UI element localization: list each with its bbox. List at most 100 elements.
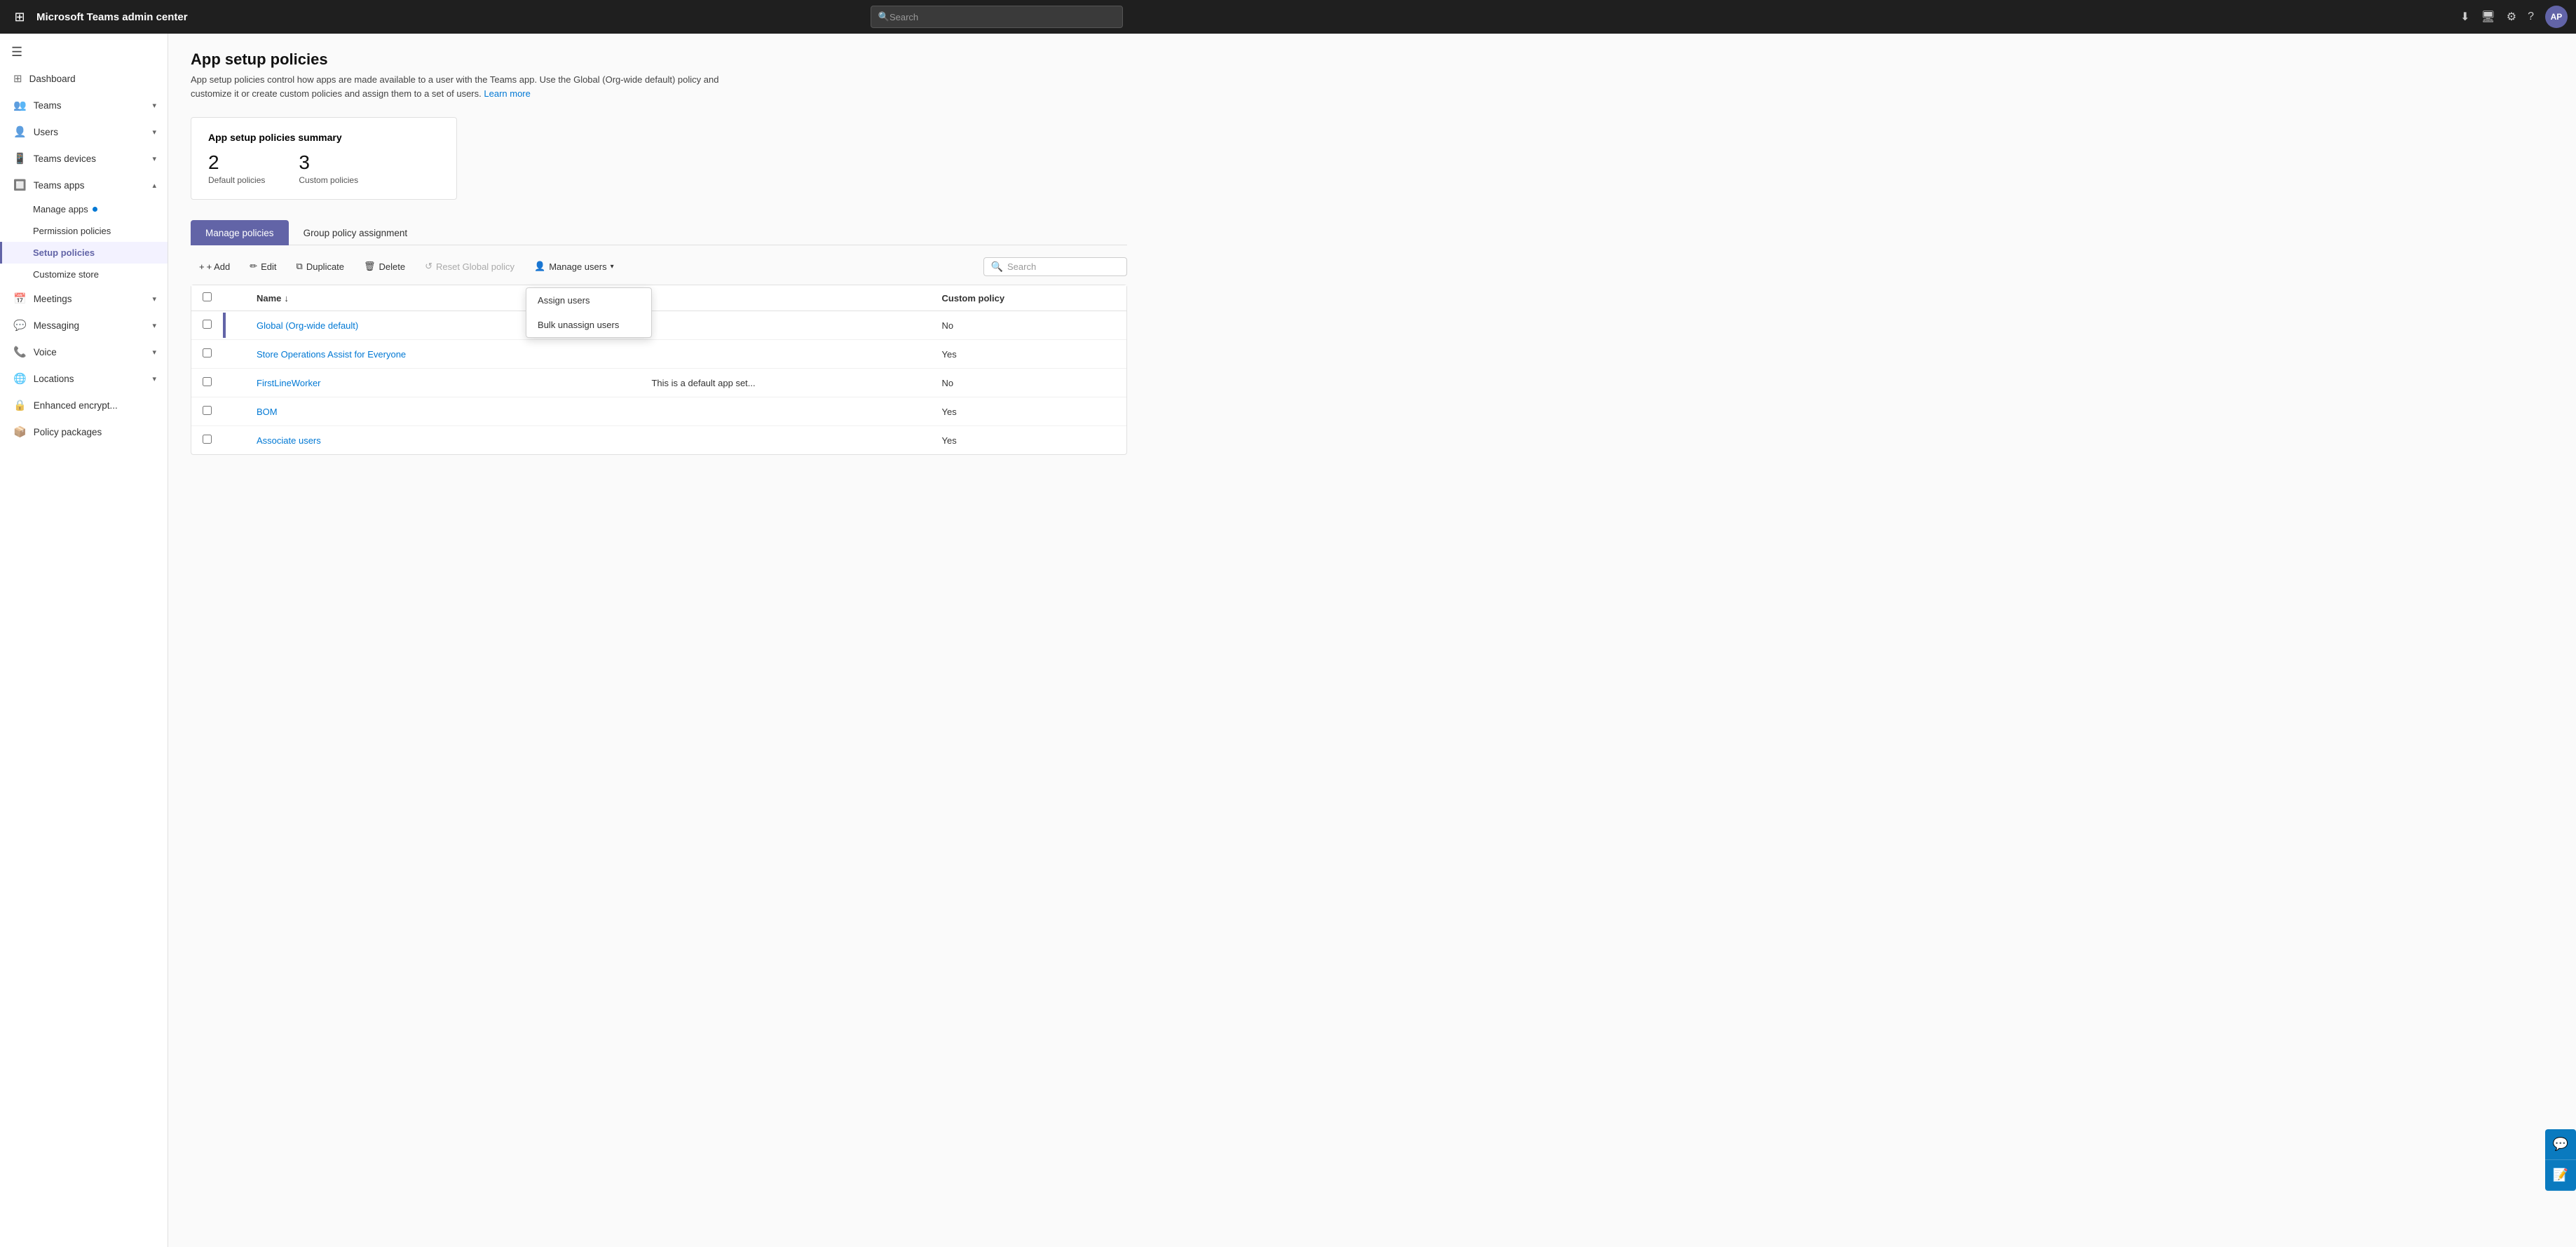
th-custom-policy: Custom policy <box>931 285 1126 311</box>
avatar[interactable]: AP <box>2545 6 2568 28</box>
teams-devices-icon: 📱 <box>13 152 27 165</box>
layout: ☰ ⊞ Dashboard 👥 Teams ▾ 👤 Users ▾ 📱 <box>0 34 2576 1247</box>
topbar: ⊞ Microsoft Teams admin center 🔍 ⬇ 🖥 ⚙ ?… <box>0 0 2576 34</box>
row-indicator-cell <box>223 369 245 397</box>
sidebar-label-policy-packages: Policy packages <box>34 427 102 437</box>
add-icon: + <box>199 261 205 272</box>
dropdown-item-assign-users[interactable]: Assign users <box>526 288 651 313</box>
th-checkbox <box>191 285 223 311</box>
manage-users-icon: 👤 <box>534 261 545 272</box>
row-indicator-cell <box>223 311 245 340</box>
download-icon[interactable]: ⬇ <box>2460 10 2469 24</box>
sidebar-label-dashboard: Dashboard <box>29 74 76 84</box>
toolbar: + + Add ✏ Edit ⧉ Duplicate 🗑 Delete ↺ <box>191 257 1127 276</box>
voice-chevron-icon: ▾ <box>152 348 156 357</box>
messaging-chevron-icon: ▾ <box>152 321 156 330</box>
row-description-cell <box>640 397 930 426</box>
custom-policies-stat: 3 Custom policies <box>299 151 358 185</box>
manage-users-wrapper: 👤 Manage users ▾ Assign users Bulk unass… <box>526 257 622 276</box>
policies-table: Name ↓ Custom policy <box>191 285 1127 455</box>
reset-global-policy-button[interactable]: ↺ Reset Global policy <box>416 257 523 276</box>
search-icon: 🔍 <box>878 11 890 22</box>
row-checkbox-cell <box>191 397 223 426</box>
sidebar-label-teams-devices: Teams devices <box>34 154 96 164</box>
help-icon[interactable]: ? <box>2528 11 2534 23</box>
table-search-box[interactable]: 🔍 <box>983 257 1127 276</box>
manage-apps-dot <box>93 207 97 212</box>
waffle-icon[interactable]: ⊞ <box>8 6 31 28</box>
sidebar-item-teams-devices[interactable]: 📱 Teams devices ▾ <box>0 145 168 172</box>
th-description <box>640 285 930 311</box>
sidebar-sub-customize-store[interactable]: Customize store <box>0 264 168 285</box>
row-checkbox[interactable] <box>203 348 212 357</box>
custom-policies-label: Custom policies <box>299 175 358 185</box>
devices-chevron-icon: ▾ <box>152 154 156 163</box>
sidebar-label-customize-store: Customize store <box>33 269 99 280</box>
manage-users-chevron-icon: ▾ <box>611 263 614 271</box>
sidebar-item-policy-packages[interactable]: 📦 Policy packages <box>0 418 168 445</box>
tab-group-policy-assignment[interactable]: Group policy assignment <box>289 220 423 245</box>
row-indicator-cell <box>223 397 245 426</box>
sidebar-item-locations[interactable]: 🌐 Locations ▾ <box>0 365 168 392</box>
row-description-cell <box>640 311 930 340</box>
screen-icon[interactable]: 🖥 <box>2481 10 2495 24</box>
row-checkbox[interactable] <box>203 377 212 386</box>
manage-users-button[interactable]: 👤 Manage users ▾ <box>526 257 622 276</box>
sidebar-item-users[interactable]: 👤 Users ▾ <box>0 118 168 145</box>
delete-button[interactable]: 🗑 Delete <box>355 257 414 276</box>
select-all-checkbox[interactable] <box>203 292 212 301</box>
edit-button[interactable]: ✏ Edit <box>241 257 285 276</box>
sidebar-hamburger[interactable]: ☰ <box>0 39 168 65</box>
sidebar-item-teams[interactable]: 👥 Teams ▾ <box>0 92 168 118</box>
duplicate-button[interactable]: ⧉ Duplicate <box>288 257 353 276</box>
row-checkbox[interactable] <box>203 406 212 415</box>
table-row: Store Operations Assist for Everyone Yes <box>191 340 1126 369</box>
policy-link[interactable]: Associate users <box>257 435 321 446</box>
row-checkbox-cell <box>191 369 223 397</box>
right-panel-feedback-icon[interactable]: 📝 <box>2545 1160 2576 1191</box>
sidebar-item-messaging[interactable]: 💬 Messaging ▾ <box>0 312 168 339</box>
sidebar-label-locations: Locations <box>34 374 74 384</box>
table-row: Global (Org-wide default) No <box>191 311 1126 340</box>
row-checkbox[interactable] <box>203 435 212 444</box>
add-button[interactable]: + + Add <box>191 257 238 276</box>
sidebar-item-dashboard[interactable]: ⊞ Dashboard <box>0 65 168 92</box>
sidebar-item-teams-apps[interactable]: 🔲 Teams apps ▴ <box>0 172 168 198</box>
policy-link[interactable]: BOM <box>257 407 278 417</box>
table-header-row: Name ↓ Custom policy <box>191 285 1126 311</box>
teams-chevron-icon: ▾ <box>152 101 156 110</box>
learn-more-link[interactable]: Learn more <box>484 88 530 99</box>
default-policies-count: 2 <box>208 151 265 174</box>
sidebar-label-manage-apps: Manage apps <box>33 204 88 214</box>
summary-stats: 2 Default policies 3 Custom policies <box>208 151 439 185</box>
tab-manage-policies[interactable]: Manage policies <box>191 220 289 245</box>
sidebar-label-teams: Teams <box>34 100 62 111</box>
sidebar-label-enhanced-encrypt: Enhanced encrypt... <box>34 400 118 411</box>
policy-link[interactable]: Global (Org-wide default) <box>257 320 358 331</box>
right-panel-chat-icon[interactable]: 💬 <box>2545 1129 2576 1160</box>
row-custom-policy-cell: Yes <box>931 397 1126 426</box>
sidebar-item-enhanced-encrypt[interactable]: 🔒 Enhanced encrypt... <box>0 392 168 418</box>
sidebar-sub-setup-policies[interactable]: Setup policies <box>0 242 168 264</box>
policy-link[interactable]: FirstLineWorker <box>257 378 321 388</box>
gear-icon[interactable]: ⚙ <box>2507 10 2516 24</box>
policy-link[interactable]: Store Operations Assist for Everyone <box>257 349 406 360</box>
row-description-cell: This is a default app set... <box>640 369 930 397</box>
table-search-input[interactable] <box>1007 261 1119 272</box>
sidebar-item-voice[interactable]: 📞 Voice ▾ <box>0 339 168 365</box>
sidebar-item-meetings[interactable]: 📅 Meetings ▾ <box>0 285 168 312</box>
summary-card: App setup policies summary 2 Default pol… <box>191 117 457 200</box>
messaging-icon: 💬 <box>13 319 27 332</box>
row-name-cell: FirstLineWorker <box>245 369 640 397</box>
dropdown-item-bulk-unassign[interactable]: Bulk unassign users <box>526 313 651 337</box>
dashboard-icon: ⊞ <box>13 72 22 85</box>
locations-chevron-icon: ▾ <box>152 374 156 383</box>
row-checkbox[interactable] <box>203 320 212 329</box>
sidebar-sub-manage-apps[interactable]: Manage apps <box>0 198 168 220</box>
table-row: Associate users Yes <box>191 426 1126 455</box>
sidebar-label-voice: Voice <box>34 347 57 357</box>
sidebar-sub-permission-policies[interactable]: Permission policies <box>0 220 168 242</box>
edit-icon: ✏ <box>250 261 257 272</box>
global-search-input[interactable] <box>890 12 1115 22</box>
global-search-box[interactable]: 🔍 <box>871 6 1123 28</box>
